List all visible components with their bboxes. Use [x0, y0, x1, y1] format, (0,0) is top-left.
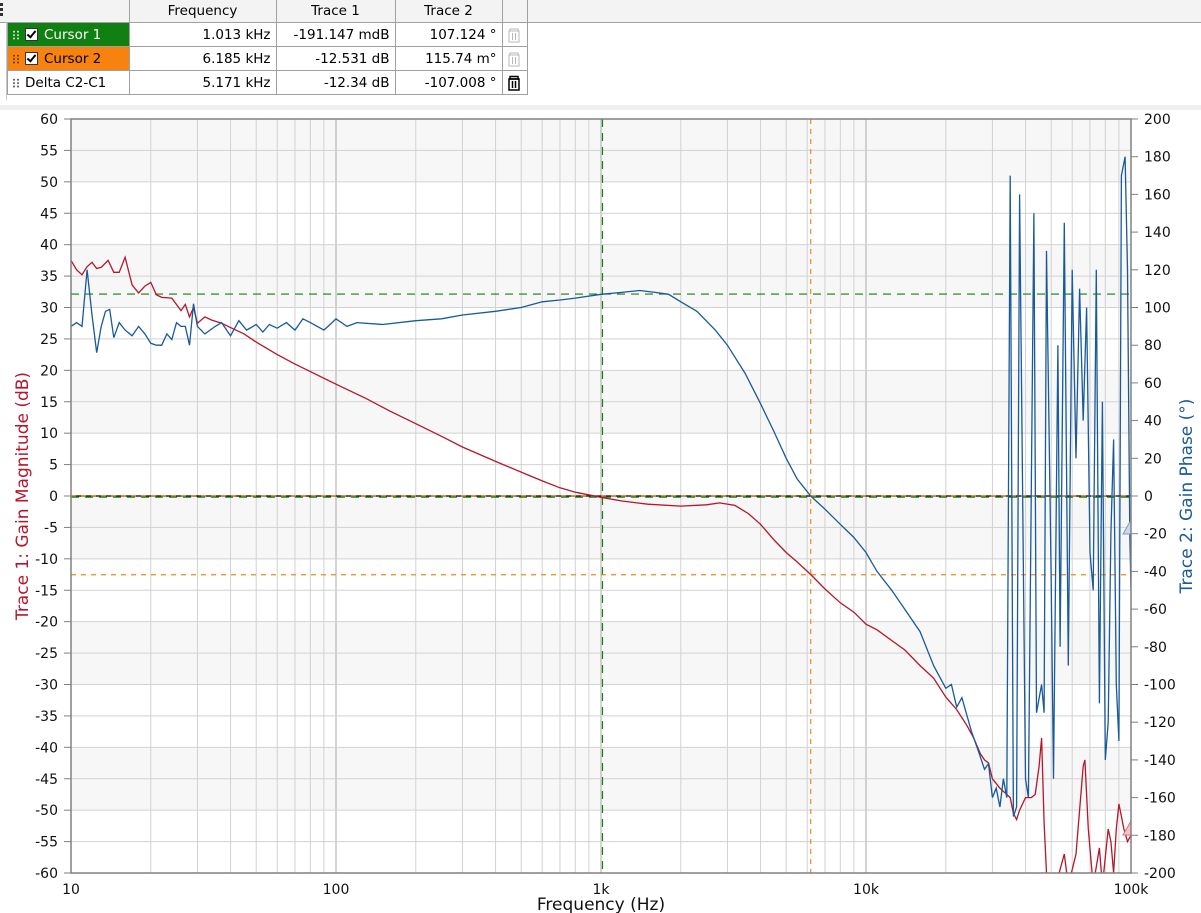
y-tick-label: 45 [40, 206, 58, 222]
y-tick-label: 60 [40, 112, 58, 128]
x-tick-label: 10 [62, 882, 80, 898]
y-tick-label: -20 [35, 615, 58, 631]
y2-tick-label: -120 [1144, 715, 1176, 731]
y-tick-label: 30 [40, 301, 58, 317]
y-tick-label: -40 [35, 740, 58, 756]
y-tick-label: 0 [49, 489, 58, 505]
y2-tick-label: 80 [1144, 338, 1162, 354]
y-tick-label: -30 [35, 678, 58, 694]
y2-tick-label: 0 [1144, 489, 1153, 505]
y2-tick-label: -140 [1144, 753, 1176, 769]
y2-tick-label: -40 [1144, 564, 1167, 580]
y2-tick-label: 180 [1144, 150, 1171, 166]
y2-tick-label: -20 [1144, 527, 1167, 543]
y2-tick-label: -160 [1144, 791, 1176, 807]
bode-plot[interactable]: 605550454035302520151050-5-10-15-20-25-3… [0, 0, 1201, 913]
y-tick-label: 35 [40, 269, 58, 285]
y2-tick-label: 140 [1144, 225, 1171, 241]
y-tick-label: -10 [35, 552, 58, 568]
y2-tick-label: -80 [1144, 640, 1167, 656]
y-tick-label: 15 [40, 395, 58, 411]
y2-tick-label: 160 [1144, 187, 1171, 203]
y2-tick-label: 120 [1144, 263, 1171, 279]
y-tick-label: 5 [49, 458, 58, 474]
y-tick-label: 40 [40, 238, 58, 254]
y2-tick-label: -200 [1144, 866, 1176, 882]
y-tick-label: -15 [35, 583, 58, 599]
y2-tick-label: -100 [1144, 678, 1176, 694]
y-tick-label: -55 [35, 835, 58, 851]
y-tick-label: 50 [40, 175, 58, 191]
y2-tick-label: 40 [1144, 414, 1162, 430]
y2-tick-label: 100 [1144, 301, 1171, 317]
y-tick-label: 25 [40, 332, 58, 348]
y-tick-label: 55 [40, 143, 58, 159]
y-tick-label: 20 [40, 363, 58, 379]
y-tick-label: -5 [44, 520, 58, 536]
y-tick-label: -60 [35, 866, 58, 882]
y2-tick-label: 20 [1144, 451, 1162, 467]
y2-tick-label: -60 [1144, 602, 1167, 618]
x-tick-label: 100k [1114, 882, 1150, 898]
x-axis-label: Frequency (Hz) [537, 895, 665, 913]
y-tick-label: -45 [35, 772, 58, 788]
y-axis-label: Trace 1: Gain Magnitude (dB) [13, 372, 33, 621]
y2-tick-label: 200 [1144, 112, 1171, 128]
x-tick-label: 100 [323, 882, 350, 898]
y2-tick-label: 60 [1144, 376, 1162, 392]
y-tick-label: 10 [40, 426, 58, 442]
x-tick-label: 10k [853, 882, 880, 898]
y-tick-label: -25 [35, 646, 58, 662]
y-tick-label: -50 [35, 803, 58, 819]
y2-tick-label: -180 [1144, 828, 1176, 844]
y2-axis-label: Trace 2: Gain Phase (°) [1177, 399, 1197, 595]
y-tick-label: -35 [35, 709, 58, 725]
